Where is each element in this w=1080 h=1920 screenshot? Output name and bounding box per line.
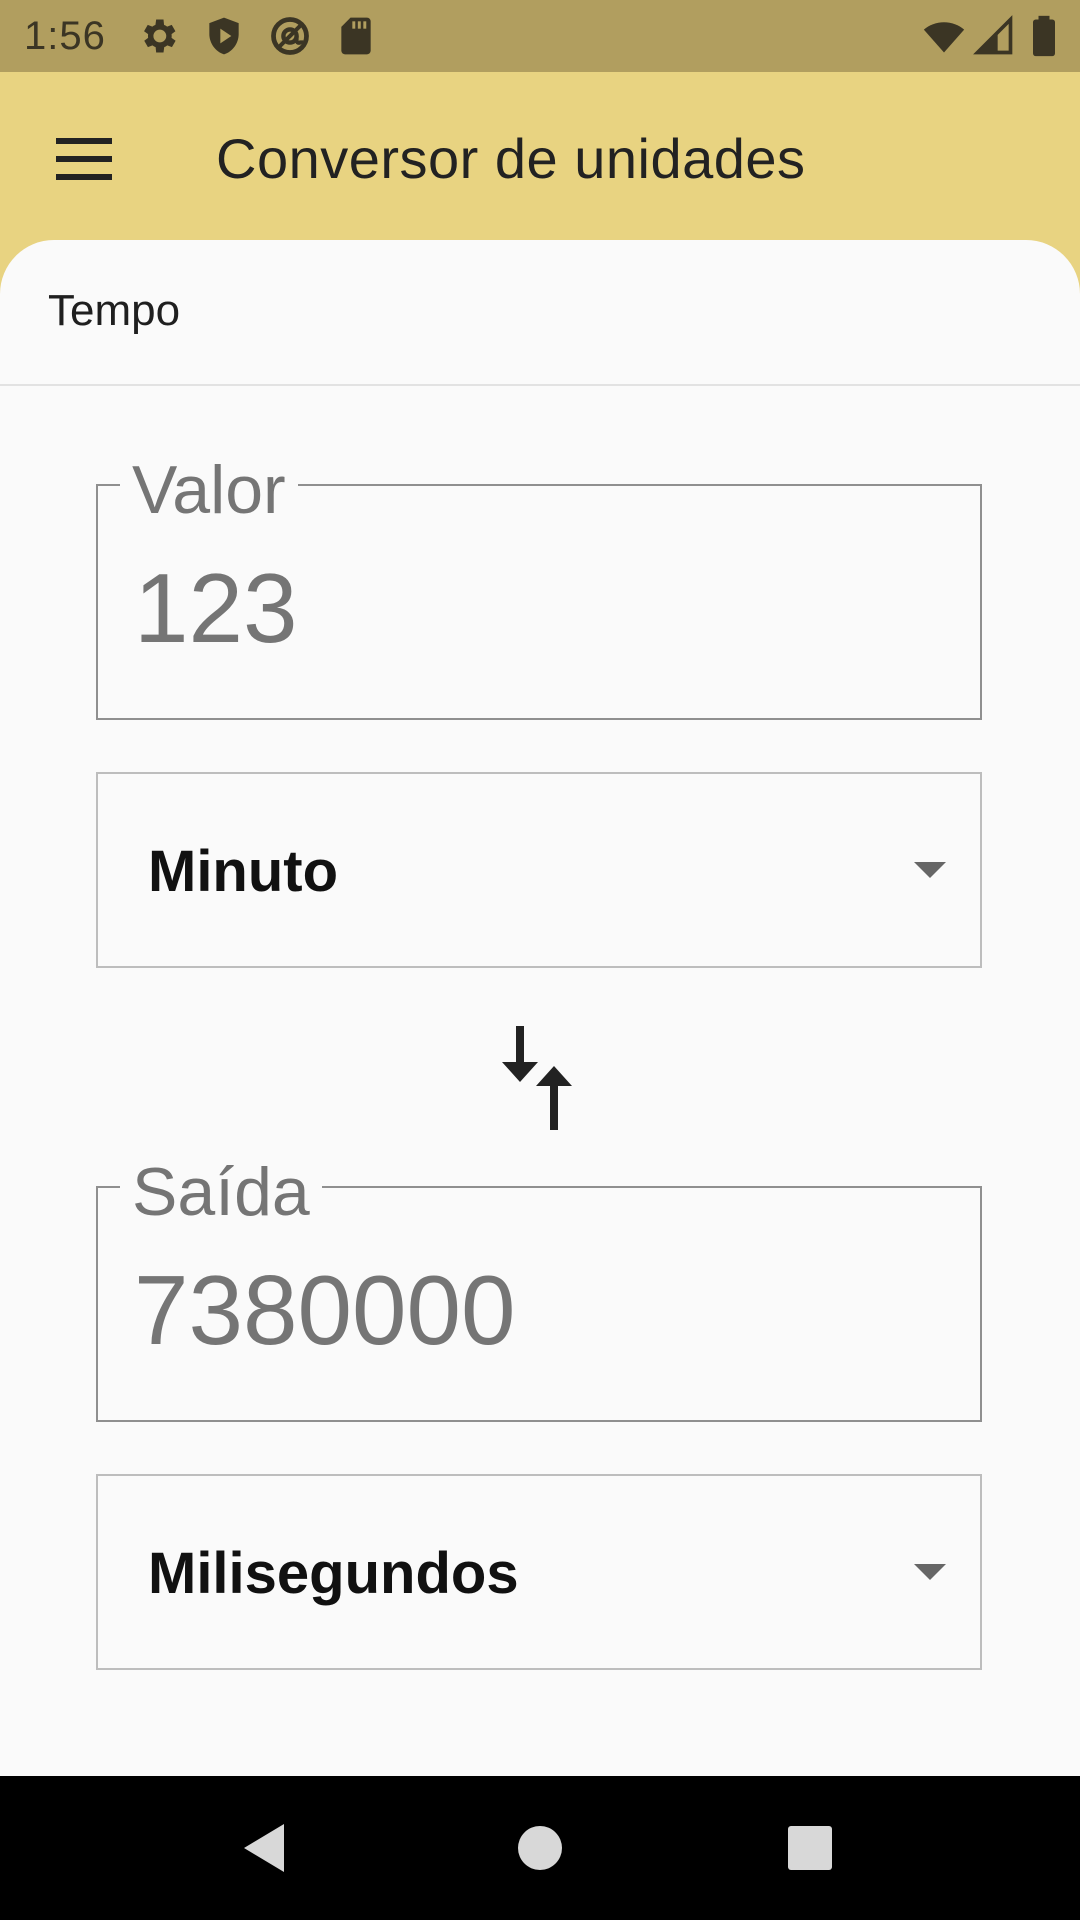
output-field-label: Saída xyxy=(120,1158,322,1226)
to-unit-select[interactable]: Milisegundos xyxy=(96,1474,982,1670)
sd-card-icon xyxy=(341,17,371,55)
to-unit-selected: Milisegundos xyxy=(148,1541,519,1606)
home-icon xyxy=(518,1826,562,1870)
swap-vertical-icon xyxy=(502,1026,572,1130)
divider xyxy=(0,384,1080,386)
home-button[interactable] xyxy=(504,1812,576,1884)
dropdown-arrow-icon xyxy=(914,1564,946,1580)
value-input-text[interactable]: 123 xyxy=(134,558,298,658)
cellular-signal-icon xyxy=(973,15,1013,55)
dropdown-arrow-icon xyxy=(914,862,946,878)
from-unit-selected: Minuto xyxy=(148,839,339,904)
from-unit-select[interactable]: Minuto xyxy=(96,772,982,968)
status-bar: 1:56 xyxy=(0,0,1080,72)
category-title: Tempo xyxy=(48,286,181,335)
at-icon xyxy=(271,17,309,55)
battery-icon xyxy=(1033,15,1055,57)
recents-icon xyxy=(788,1826,832,1870)
output-field-text: 7380000 xyxy=(134,1255,516,1365)
navigation-bar xyxy=(0,1776,1080,1920)
wifi-icon xyxy=(923,22,965,53)
output-field[interactable]: Saída 7380000 xyxy=(96,1158,982,1422)
menu-button[interactable] xyxy=(40,114,130,204)
value-input[interactable]: Valor 123 xyxy=(96,456,982,720)
app-bar: Conversor de unidades xyxy=(0,72,1080,240)
back-button[interactable] xyxy=(230,1812,302,1884)
content-sheet: Tempo Valor 123 Minuto Saída 7380000 Mil… xyxy=(0,240,1080,1776)
status-time: 1:56 xyxy=(24,14,106,58)
app-title: Conversor de unidades xyxy=(216,127,806,190)
shield-play-icon xyxy=(209,17,239,55)
gear-icon xyxy=(144,19,176,53)
value-input-label: Valor xyxy=(120,456,298,524)
back-icon xyxy=(244,1824,284,1872)
swap-units-button[interactable] xyxy=(498,1024,582,1132)
hamburger-menu-icon xyxy=(56,138,112,180)
recents-button[interactable] xyxy=(774,1812,846,1884)
